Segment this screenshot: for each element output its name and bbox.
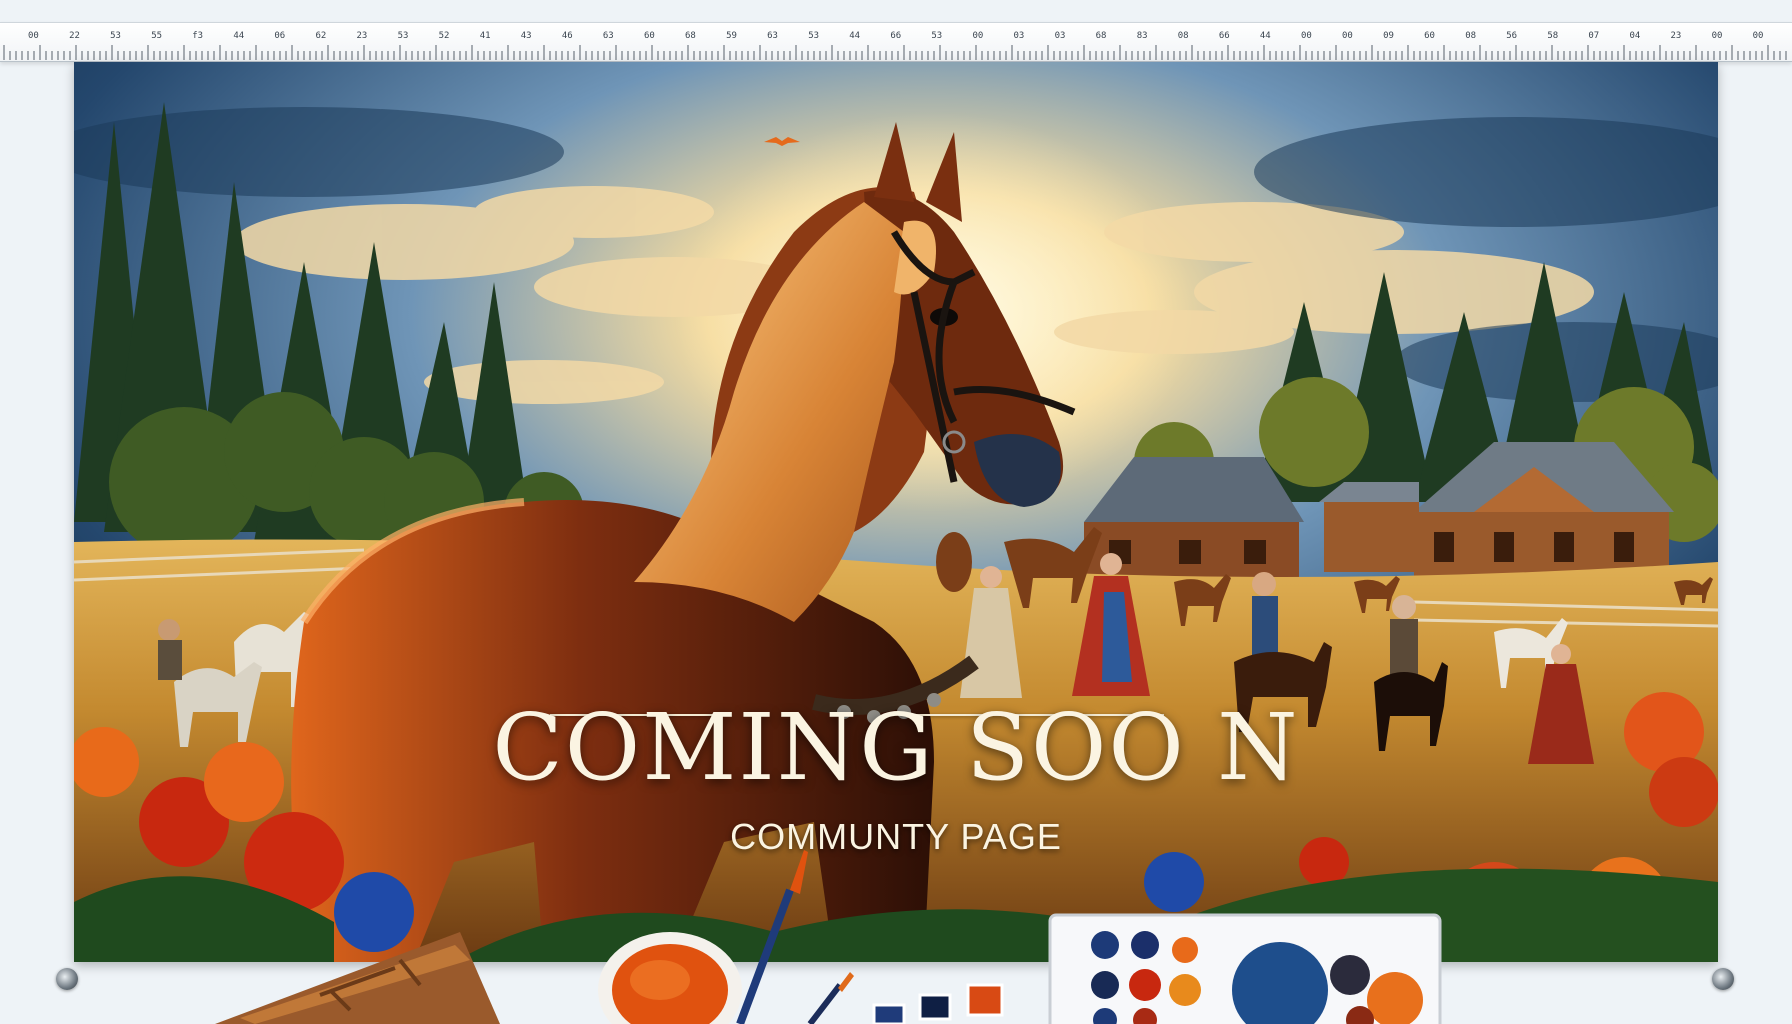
paint-pans — [872, 983, 1004, 1024]
paint-brushes — [736, 850, 854, 1024]
wooden-paint-box — [215, 932, 500, 1024]
paint-cup — [598, 932, 742, 1024]
watercolor-palette — [1048, 913, 1442, 1024]
art-supplies — [215, 850, 1442, 1024]
